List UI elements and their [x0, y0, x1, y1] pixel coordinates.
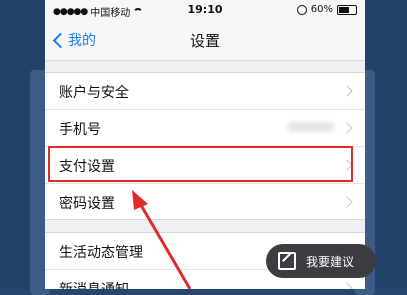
- chevron-right-icon: [341, 122, 353, 134]
- battery-label: 60%: [310, 4, 333, 15]
- row-label: 新消息通知: [59, 279, 129, 289]
- page-title: 设置: [189, 32, 220, 50]
- settings-row-payment[interactable]: 支付设置: [45, 147, 365, 184]
- settings-row-password[interactable]: 密码设置: [45, 184, 365, 220]
- settings-group-1: 账户与安全 手机号 支付设置 密码设置: [45, 72, 365, 220]
- settings-row-phone[interactable]: 手机号: [45, 110, 365, 147]
- chevron-right-icon: [341, 282, 353, 289]
- suggest-label: 我要建议: [306, 254, 355, 269]
- chevron-right-icon: [341, 159, 353, 171]
- settings-row-account-security[interactable]: 账户与安全: [45, 73, 365, 110]
- status-bar: ●●●●● 中国移动 19:10 60%: [45, 0, 365, 20]
- rotation-lock-icon: [296, 4, 307, 15]
- suggest-button[interactable]: 我要建议: [266, 244, 376, 278]
- status-right: 60%: [296, 4, 357, 15]
- row-label: 密码设置: [59, 196, 115, 212]
- chevron-right-icon: [341, 196, 353, 208]
- phone-value-blurred: [287, 122, 335, 132]
- row-label: 支付设置: [59, 159, 115, 175]
- edit-icon: [278, 252, 296, 270]
- row-label: 账户与安全: [59, 85, 129, 101]
- nav-bar: 我的 设置: [45, 20, 365, 61]
- row-label: 生活动态管理: [59, 245, 143, 261]
- chevron-right-icon: [341, 85, 353, 97]
- battery-icon: [337, 4, 357, 15]
- row-label: 手机号: [59, 122, 101, 138]
